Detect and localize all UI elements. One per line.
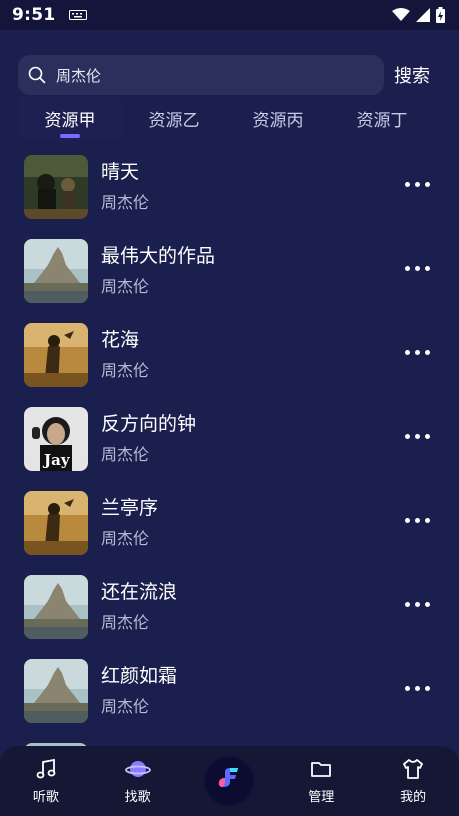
more-options-icon[interactable] [405, 602, 430, 607]
app-logo-icon [205, 757, 254, 805]
nav-label: 我的 [400, 789, 427, 805]
tab-source-b[interactable]: 资源乙 [122, 96, 226, 140]
nav-label: 找歌 [124, 789, 151, 805]
song-artist: 周杰伦 [101, 193, 150, 212]
tab-source-a[interactable]: 资源甲 [18, 96, 122, 140]
more-options-icon[interactable] [405, 434, 430, 439]
album-cover [24, 659, 88, 723]
song-title: 花海 [101, 329, 140, 351]
song-info: 花海 周杰伦 [101, 328, 149, 382]
more-options-icon[interactable] [405, 266, 430, 271]
song-title: 还在流浪 [101, 581, 178, 603]
list-item[interactable]: 晴天 周杰伦 [24, 154, 434, 220]
list-item[interactable]: Jay 反方向的钟 周杰伦 [24, 406, 434, 472]
battery-icon [436, 7, 445, 23]
nav-mine[interactable]: 我的 [378, 758, 448, 805]
signal-icon [416, 8, 430, 22]
song-info: 还在流浪 周杰伦 [101, 580, 177, 634]
search-input[interactable] [54, 65, 358, 85]
tab-label: 资源乙 [148, 111, 200, 131]
album-cover [24, 575, 88, 639]
song-title: 晴天 [101, 161, 140, 183]
music-note-icon [36, 758, 56, 778]
wifi-icon [392, 8, 410, 21]
song-title: 反方向的钟 [101, 413, 197, 435]
song-info: 红颜如霜 周杰伦 [101, 664, 177, 718]
tab-source-c[interactable]: 资源丙 [226, 96, 330, 140]
status-time: 9:51 [12, 5, 56, 25]
tab-label: 资源丙 [252, 111, 304, 131]
album-cover-text: Jay [44, 451, 70, 469]
keyboard-icon [69, 10, 88, 20]
tab-label: 资源甲 [44, 111, 96, 131]
album-cover [24, 323, 88, 387]
nav-label: 听歌 [32, 789, 59, 805]
album-cover [24, 155, 88, 219]
song-info: 晴天 周杰伦 [101, 160, 149, 214]
list-item[interactable]: 花海 周杰伦 [24, 322, 434, 388]
search-icon [28, 66, 46, 84]
more-options-icon[interactable] [405, 686, 430, 691]
list-item[interactable]: 兰亭序 周杰伦 [24, 490, 434, 556]
status-bar: 9:51 [0, 0, 459, 30]
tab-active-indicator [60, 134, 80, 138]
nav-manage[interactable]: 管理 [286, 758, 356, 805]
album-cover: Jay [24, 407, 88, 471]
nav-label: 管理 [308, 789, 335, 805]
song-info: 兰亭序 周杰伦 [101, 496, 158, 550]
tab-source-d[interactable]: 资源丁 [330, 96, 434, 140]
shirt-icon [403, 758, 423, 779]
album-cover [24, 239, 88, 303]
song-list: 晴天 周杰伦 最伟大的作品 周杰伦 花海 周杰伦 Jay 反方向的钟 周杰伦 兰… [0, 150, 459, 746]
song-artist: 周杰伦 [101, 697, 150, 716]
list-item[interactable]: 最伟大的作品 周杰伦 [24, 238, 434, 304]
song-title: 最伟大的作品 [101, 245, 216, 267]
list-item[interactable]: 红颜如霜 周杰伦 [24, 658, 434, 724]
song-artist: 周杰伦 [101, 445, 150, 464]
search-row: 搜索 [18, 55, 448, 95]
album-cover [24, 491, 88, 555]
folder-icon [311, 761, 332, 777]
song-title: 兰亭序 [101, 497, 159, 519]
search-button[interactable]: 搜索 [394, 62, 430, 88]
list-item[interactable]: 还在流浪 周杰伦 [24, 574, 434, 640]
planet-icon [124, 760, 151, 777]
nav-listen[interactable]: 听歌 [11, 758, 81, 805]
more-options-icon[interactable] [405, 182, 430, 187]
song-title: 红颜如霜 [101, 665, 178, 687]
song-artist: 周杰伦 [101, 613, 150, 632]
more-options-icon[interactable] [405, 350, 430, 355]
source-tabs: 资源甲 资源乙 资源丙 资源丁 [18, 96, 459, 140]
song-artist: 周杰伦 [101, 529, 150, 548]
bottom-nav: 听歌 找歌 管理 我的 [0, 746, 459, 816]
song-artist: 周杰伦 [101, 277, 150, 296]
song-artist: 周杰伦 [101, 361, 150, 380]
nav-center[interactable] [194, 757, 264, 805]
nav-find[interactable]: 找歌 [103, 758, 173, 805]
song-info: 反方向的钟 周杰伦 [101, 412, 196, 466]
search-box[interactable] [18, 55, 384, 95]
tab-label: 资源丁 [356, 111, 408, 131]
more-options-icon[interactable] [405, 518, 430, 523]
song-info: 最伟大的作品 周杰伦 [101, 244, 215, 298]
